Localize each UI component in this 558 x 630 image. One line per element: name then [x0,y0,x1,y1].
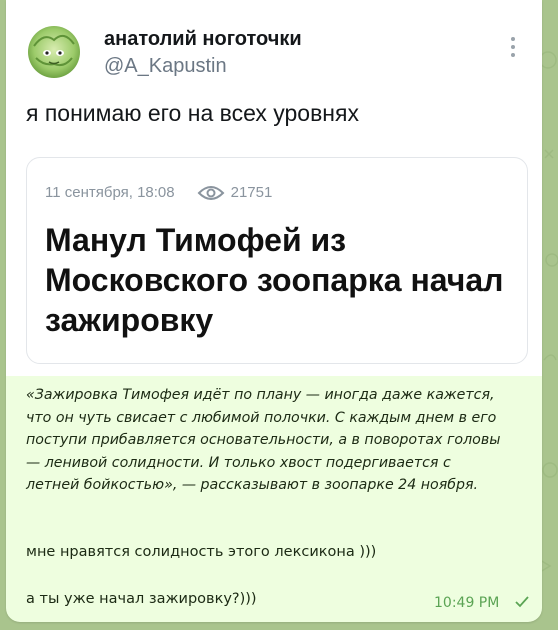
news-meta: 11 сентября, 18:08 21751 [45,184,272,201]
eye-icon [197,185,225,200]
news-card[interactable]: 11 сентября, 18:08 21751 Манул Тимофей и… [26,157,528,364]
news-headline: Манул Тимофей из Московского зоопарка на… [45,222,504,338]
more-vertical-icon[interactable] [510,36,516,58]
check-icon [515,596,529,608]
message-line-1: мне нравятся солидность этого лексикона … [26,544,377,560]
message-time: 10:49 PM [434,595,500,611]
message-line-2: а ты уже начал зажировку?))) [26,591,257,607]
news-views: 21751 [230,184,273,201]
message-quote: «Зажировка Тимофея идёт по плану — иногд… [26,387,501,493]
cabbage-avatar [28,26,80,78]
tweet-screenshot[interactable]: анатолий ноготочки @A_Kapustin я понимаю… [6,0,542,376]
author-name: анатолий ноготочки [104,28,302,50]
tweet-text: я понимаю его на всех уровнях [26,100,359,126]
author-handle: @A_Kapustin [104,55,227,77]
news-date: 11 сентября, 18:08 [45,184,175,201]
message-bubble[interactable]: анатолий ноготочки @A_Kapustin я понимаю… [6,0,542,622]
